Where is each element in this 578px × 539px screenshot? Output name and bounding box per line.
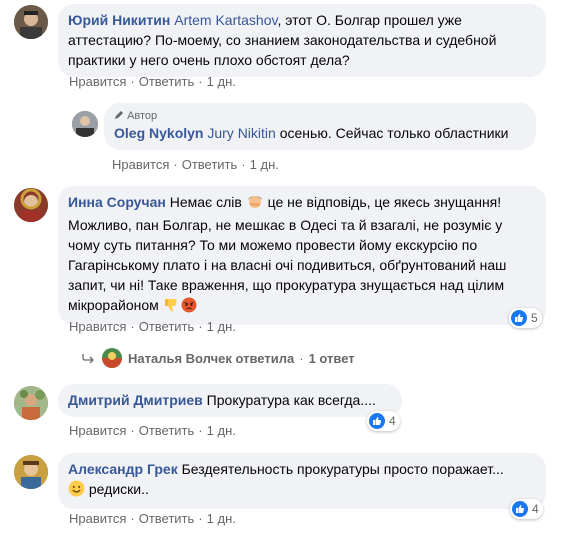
facepalm-emoji-icon — [246, 194, 264, 215]
timestamp[interactable]: 1 дн. — [250, 157, 279, 172]
like-button[interactable]: Нравится — [69, 74, 126, 89]
reactions-count: 5 — [531, 311, 538, 325]
separator: · — [198, 74, 203, 89]
like-button[interactable]: Нравится — [112, 157, 169, 172]
comment-bubble: Автор Oleg Nykolyn Jury Nikitin осенью. … — [104, 103, 536, 150]
view-replies-link[interactable]: Наталья Волчек ответила · 1 ответ — [82, 348, 355, 368]
author-badge: Автор — [114, 109, 525, 123]
comment-author[interactable]: Юрий Никитин — [68, 12, 170, 28]
comment-actions: Нравится · Ответить · 1 дн. — [69, 74, 236, 89]
separator: · — [130, 74, 135, 89]
reply-button[interactable]: Ответить — [182, 157, 238, 172]
reactions-count: 4 — [389, 414, 396, 428]
comment-text: Бездеятельность прокуратуры просто пораж… — [177, 461, 504, 477]
comment-author[interactable]: Oleg Nykolyn — [114, 125, 203, 141]
comment-bubble: Александр Грек Бездеятельность прокурату… — [58, 453, 546, 509]
reply-button[interactable]: Ответить — [139, 74, 195, 89]
comment-author[interactable]: Дмитрий Дмитриев — [68, 392, 203, 408]
comment-actions: Нравится · Ответить · 1 дн. — [112, 157, 279, 172]
like-button[interactable]: Нравится — [69, 511, 126, 526]
avatar[interactable] — [14, 5, 48, 39]
reactions-badge[interactable]: 5 — [509, 308, 542, 328]
angry-emoji-icon — [181, 297, 197, 318]
like-icon — [369, 413, 385, 429]
avatar[interactable] — [14, 455, 48, 489]
separator: · — [198, 511, 203, 526]
like-icon — [512, 501, 528, 517]
pencil-icon — [115, 111, 123, 119]
like-button[interactable]: Нравится — [69, 423, 126, 438]
comment-actions: Нравится · Ответить · 1 дн. — [69, 511, 236, 526]
reply-button[interactable]: Ответить — [139, 319, 195, 334]
avatar — [102, 348, 122, 368]
comment-text: осенью. Сейчас только областники — [275, 125, 509, 141]
comment-author[interactable]: Александр Грек — [68, 461, 178, 477]
reactions-badge[interactable]: 4 — [367, 411, 400, 431]
reply-arrow-icon — [82, 354, 94, 363]
comment-actions: Нравится · Ответить · 1 дн. — [69, 319, 236, 334]
timestamp[interactable]: 1 дн. — [207, 423, 236, 438]
smile-emoji-icon — [68, 480, 85, 502]
reply-button[interactable]: Ответить — [139, 423, 195, 438]
timestamp[interactable]: 1 дн. — [207, 74, 236, 89]
mention-link[interactable]: Artem Kartashov — [174, 12, 277, 28]
separator: · — [198, 423, 203, 438]
separator: · — [173, 157, 178, 172]
comment-bubble: Инна Сoручан Немає слів це не відповідь,… — [58, 186, 546, 325]
comment-actions: Нравится · Ответить · 1 дн. — [69, 423, 236, 438]
like-icon — [511, 310, 527, 326]
replies-author[interactable]: Наталья Волчек ответила — [128, 351, 294, 366]
reply-button[interactable]: Ответить — [139, 511, 195, 526]
author-badge-label: Автор — [127, 110, 158, 122]
comment-text-cont: це не відповідь, це якесь знущання! Можл… — [68, 194, 507, 313]
timestamp[interactable]: 1 дн. — [207, 319, 236, 334]
like-button[interactable]: Нравится — [69, 319, 126, 334]
separator: · — [130, 511, 135, 526]
comment-text: Немає слів — [169, 194, 246, 210]
mention-link[interactable]: Jury Nikitin — [207, 125, 275, 141]
comment-bubble: Юрий Никитин Artem Kartashov, этот О. Бо… — [58, 4, 546, 77]
separator: · — [299, 350, 304, 366]
replies-count[interactable]: 1 ответ — [309, 351, 355, 366]
comment-text: Прокуратура как всегда.... — [202, 392, 376, 408]
comment-text-cont: редиски.. — [85, 481, 149, 497]
avatar[interactable] — [14, 188, 48, 222]
timestamp[interactable]: 1 дн. — [207, 511, 236, 526]
thumbs-down-emoji-icon — [163, 297, 179, 318]
avatar[interactable] — [72, 111, 98, 137]
separator: · — [130, 319, 135, 334]
comment-bubble: Дмитрий Дмитриев Прокуратура как всегда.… — [58, 384, 402, 417]
separator: · — [241, 157, 246, 172]
comment-author[interactable]: Инна Сoручан — [68, 194, 166, 210]
avatar[interactable] — [14, 386, 48, 420]
reactions-badge[interactable]: 4 — [510, 499, 543, 519]
separator: · — [198, 319, 203, 334]
reactions-count: 4 — [532, 502, 539, 516]
separator: · — [130, 423, 135, 438]
